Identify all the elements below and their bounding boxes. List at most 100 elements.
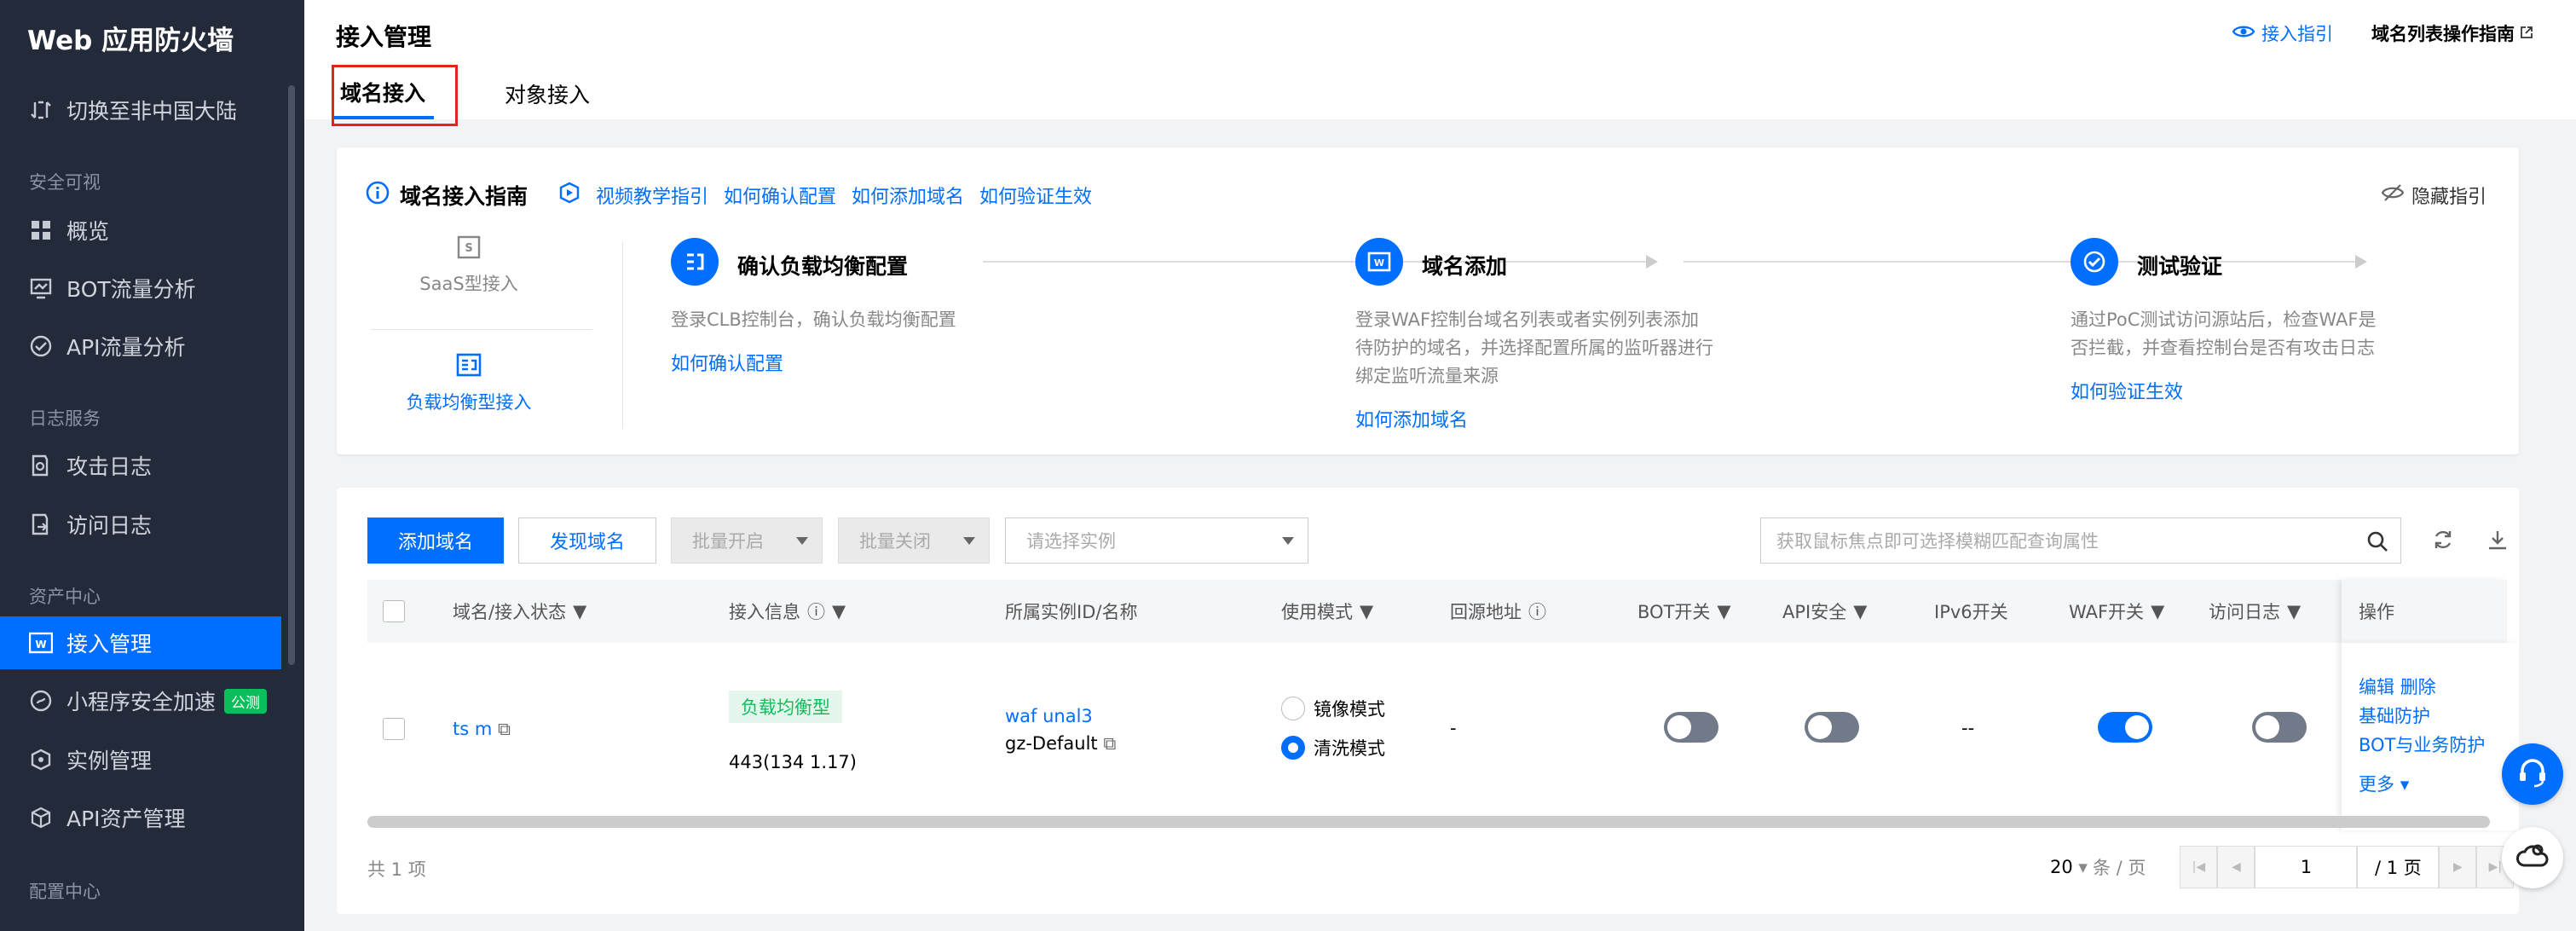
first-page-icon[interactable]: |◀	[2180, 846, 2218, 888]
col-waf[interactable]: WAF开关 ▼	[2069, 580, 2164, 643]
mode-clean-radio[interactable]: 清洗模式	[1281, 735, 1385, 760]
type-divider	[371, 329, 592, 330]
batch-enable-select[interactable]: 批量开启	[671, 518, 823, 564]
access-guide-link[interactable]: 接入指引	[2232, 20, 2333, 46]
prev-page-icon[interactable]: ◀	[2217, 846, 2255, 888]
verify-link[interactable]: 如何验证生效	[979, 182, 1092, 209]
filter-icon[interactable]: ▼	[2287, 601, 2301, 622]
step-link[interactable]: 如何确认配置	[671, 349, 783, 376]
step-desc: 通过PoC测试访问源站后，检查WAF是否拦截，并查看控制台是否有攻击日志	[2071, 309, 2377, 358]
col-instance-label: 所属实例ID/名称	[1005, 602, 1138, 622]
more-label: 更多	[2359, 774, 2394, 795]
search-input[interactable]: 获取鼠标焦点即可选择模糊匹配查询属性	[1760, 518, 2401, 564]
sidebar-item-label: 小程序安全加速	[66, 690, 217, 714]
more-dropdown[interactable]: 更多 ▾	[2359, 771, 2409, 796]
instance-select[interactable]: 请选择实例	[1005, 518, 1308, 564]
chevron-down-icon: ▾	[2078, 857, 2088, 877]
step-title: 域名添加	[1422, 254, 1508, 279]
sidebar-scrollbar[interactable]	[288, 85, 295, 665]
step-arrow	[983, 255, 1658, 269]
domain-link[interactable]: ts m ⧉	[453, 719, 511, 740]
clb-access-label: 负载均衡型接入	[406, 392, 532, 413]
step-title: 测试验证	[2137, 254, 2223, 279]
discover-domain-button[interactable]: 发现域名	[518, 518, 656, 564]
step-link[interactable]: 如何验证生效	[2071, 377, 2183, 404]
filter-icon[interactable]: ▼	[1853, 601, 1867, 622]
instance-id-link[interactable]: waf unal3	[1005, 706, 1093, 726]
add-domain-link[interactable]: 如何添加域名	[852, 182, 964, 209]
page-input[interactable]: 1	[2255, 846, 2358, 888]
edit-link[interactable]: 编辑	[2359, 677, 2394, 697]
filter-icon[interactable]: ▼	[1360, 601, 1373, 622]
col-access-log[interactable]: 访问日志 ▼	[2209, 580, 2301, 643]
beta-badge: 公测	[224, 688, 268, 714]
search-icon[interactable]	[2366, 530, 2388, 557]
section-assets: 资产中心	[29, 587, 101, 607]
instance-name: gz-Default ⧉	[1005, 733, 1116, 755]
col-origin[interactable]: 回源地址 ⓘ	[1450, 580, 1546, 643]
info-icon[interactable]: ⓘ	[807, 598, 825, 624]
copy-icon[interactable]: ⧉	[1103, 733, 1116, 754]
col-api[interactable]: API安全 ▼	[1782, 580, 1867, 643]
hide-guide-button[interactable]: 隐藏指引	[2381, 182, 2486, 209]
info-icon[interactable]: ⓘ	[1528, 598, 1546, 624]
chevron-down-icon	[963, 537, 975, 545]
video-guide-link[interactable]: 视频教学指引	[596, 182, 708, 209]
refresh-icon[interactable]	[2432, 529, 2454, 555]
col-mode[interactable]: 使用模式 ▼	[1281, 580, 1373, 643]
download-icon[interactable]	[2486, 529, 2509, 555]
select-all-checkbox[interactable]	[383, 580, 405, 643]
sidebar-item-overview[interactable]: 概览	[0, 204, 281, 257]
caret-down-icon: ▾	[2400, 774, 2410, 795]
table-hscrollbar[interactable]	[367, 816, 2490, 828]
load-balancer-icon	[371, 352, 567, 382]
sidebar-item-access-management[interactable]: W 接入管理	[0, 616, 281, 669]
bot-business-link[interactable]: BOT与业务防护	[2359, 732, 2485, 757]
page-size-select[interactable]: 20 ▾	[2050, 857, 2088, 877]
bot-switch[interactable]	[1664, 712, 1718, 743]
region-switch[interactable]: 切换至非中国大陆	[0, 84, 281, 136]
tab-object-access[interactable]: 对象接入	[492, 68, 603, 119]
batch-disable-select[interactable]: 批量关闭	[838, 518, 990, 564]
sidebar-item-access-log[interactable]: 访问日志	[0, 498, 281, 551]
basic-protection-link[interactable]: 基础防护	[2359, 703, 2430, 728]
filter-icon[interactable]: ▼	[2151, 601, 2164, 622]
sidebar-item-miniprogram[interactable]: 小程序安全加速 公测	[0, 674, 281, 727]
sidebar-item-instance[interactable]: 实例管理	[0, 733, 281, 786]
ops-edit-delete: 编辑 删除	[2359, 674, 2436, 699]
saas-icon: S	[371, 235, 567, 263]
support-float-button[interactable]	[2502, 743, 2563, 805]
step-link[interactable]: 如何添加域名	[1355, 405, 1468, 432]
copy-icon[interactable]: ⧉	[498, 719, 511, 739]
step-desc: 登录WAF控制台域名列表或者实例列表添加待防护的域名，并选择配置所属的监听器进行…	[1355, 309, 1713, 386]
col-bot-label: BOT开关	[1637, 602, 1711, 622]
sidebar-item-attack-log[interactable]: 攻击日志	[0, 439, 281, 492]
api-security-switch[interactable]	[1805, 712, 1859, 743]
sidebar-item-api[interactable]: API流量分析	[0, 320, 281, 373]
row-checkbox[interactable]	[383, 718, 405, 740]
chevron-down-icon	[796, 537, 808, 545]
waf-switch[interactable]	[2098, 712, 2152, 743]
svg-text:W: W	[1374, 257, 1384, 269]
cloud-float-button[interactable]	[2502, 827, 2563, 888]
filter-icon[interactable]: ▼	[1717, 601, 1730, 622]
filter-icon[interactable]: ▼	[573, 601, 586, 622]
page-header: 接入管理 接入指引 域名列表操作指南 域名接入 对象接入	[304, 0, 2576, 119]
sidebar: Web 应用防火墙 切换至非中国大陆 安全可视 概览 BOT流量分析 API流量…	[0, 0, 304, 931]
clb-access-type[interactable]: 负载均衡型接入	[371, 352, 567, 414]
sidebar-item-api-assets[interactable]: API资产管理	[0, 791, 281, 844]
domain-list-guide-link[interactable]: 域名列表操作指南	[2371, 20, 2533, 46]
mode-mirror-radio[interactable]: 镜像模式	[1281, 696, 1385, 721]
col-domain[interactable]: 域名/接入状态 ▼	[453, 580, 586, 643]
col-bot[interactable]: BOT开关 ▼	[1637, 580, 1731, 643]
add-domain-button[interactable]: 添加域名	[367, 518, 504, 564]
next-page-icon[interactable]: ▶	[2439, 846, 2477, 888]
saas-access-type[interactable]: S SaaS型接入	[371, 235, 567, 296]
delete-link[interactable]: 删除	[2400, 677, 2436, 697]
section-logs: 日志服务	[29, 408, 101, 429]
filter-icon[interactable]: ▼	[832, 601, 846, 622]
col-access-info[interactable]: 接入信息 ⓘ ▼	[729, 580, 846, 643]
access-log-switch[interactable]	[2252, 712, 2307, 743]
confirm-config-link[interactable]: 如何确认配置	[724, 182, 836, 209]
sidebar-item-bot[interactable]: BOT流量分析	[0, 262, 281, 315]
